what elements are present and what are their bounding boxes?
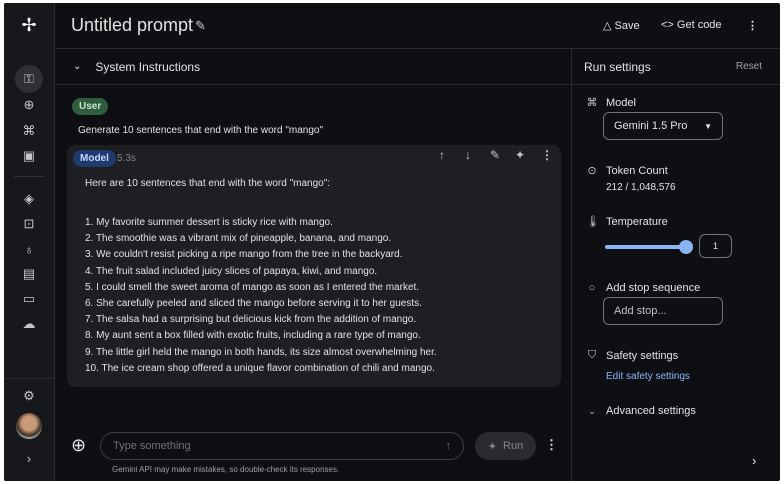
avatar[interactable] <box>16 413 42 439</box>
response-time: 5.3s <box>117 153 136 164</box>
settings-icon[interactable]: ⚙ <box>17 384 41 408</box>
send-arrow-icon[interactable]: ↑ <box>446 440 452 452</box>
token-icon: ⊙ <box>587 165 597 177</box>
safety-label: Safety settings <box>606 349 679 362</box>
temperature-slider[interactable] <box>605 240 693 254</box>
list-item: 9. The little girl held the mango in bot… <box>85 346 437 358</box>
cloud-icon[interactable]: ☁ <box>17 312 41 336</box>
run-button[interactable]: ✦ Run <box>475 432 536 460</box>
save-button[interactable]: △ Save <box>603 19 640 32</box>
stop-sequence-input[interactable]: Add stop... <box>603 297 723 325</box>
temperature-label: Temperature <box>606 215 668 228</box>
page-title: Untitled prompt <box>71 15 194 35</box>
docs-icon[interactable]: ⊡ <box>17 212 41 236</box>
list-item: 8. My aunt sent a box filled with exotic… <box>85 330 421 342</box>
list-item: 1. My favorite summer dessert is sticky … <box>85 217 333 228</box>
token-count: 212 / 1,048,576 <box>606 182 676 193</box>
list-item: 7. The salsa had a surprising but delici… <box>85 314 417 326</box>
token-label: Token Count <box>606 164 668 177</box>
cookbook-icon[interactable]: ▤ <box>17 262 41 286</box>
get-code-button[interactable]: <> Get code <box>661 19 722 31</box>
rerun-sparkle-icon[interactable]: ✦ <box>515 148 525 162</box>
list-item: 10. The ice cream shop offered a unique … <box>85 362 435 374</box>
gallery-icon[interactable]: ⌘ <box>17 119 41 143</box>
prompt-input[interactable]: Type something ↑ <box>100 432 464 460</box>
add-media-icon[interactable]: ⊕ <box>71 435 86 456</box>
drive-icon: △ <box>603 20 615 32</box>
shield-icon: ⛉ <box>587 349 597 361</box>
stop-circle-icon: ○ <box>588 282 596 294</box>
temperature-input[interactable]: 1 <box>699 234 732 258</box>
reset-button[interactable]: Reset <box>736 61 762 72</box>
header: Untitled prompt ✎ △ Save <> Get code ⋮ <box>55 3 780 49</box>
code-icon: <> <box>661 19 677 31</box>
list-item: 6. She carefully peeled and sliced the m… <box>85 298 422 310</box>
thermometer-icon: 🌡︎ <box>586 216 600 228</box>
response-intro: Here are 10 sentences that end with the … <box>85 178 331 189</box>
list-item: 4. The fruit salad included juicy slices… <box>85 265 378 277</box>
chevron-down-icon: ⌄ <box>73 61 82 72</box>
move-down-icon[interactable]: ↓ <box>465 148 471 162</box>
run-settings-panel: Run settings Reset ⌘ Model Gemini 1.5 Pro ▼… <box>571 49 780 481</box>
app-window: ✢ ⚿ ⊕ ⌘ ▣ ◈ ⊡ ♁ ▤ ▭ ☁ ⚙ › Untitled promp… <box>4 3 780 481</box>
slider-thumb[interactable] <box>679 240 693 254</box>
lightbulb-icon[interactable]: ♁ <box>17 237 41 261</box>
left-rail: ✢ ⚿ ⊕ ⌘ ▣ ◈ ⊡ ♁ ▤ ▭ ☁ ⚙ › <box>4 3 55 481</box>
list-item: 2. The smoothie was a vibrant mix of pin… <box>85 233 392 245</box>
system-instructions-toggle[interactable]: ⌄ System Instructions <box>55 49 571 85</box>
logo-icon: ✢ <box>21 14 37 35</box>
forum-icon[interactable]: ▭ <box>17 287 41 311</box>
move-up-icon[interactable]: ↑ <box>439 148 445 162</box>
advanced-settings-toggle[interactable]: ⌄ Advanced settings <box>586 405 696 417</box>
run-options-icon[interactable]: ⋮ <box>545 437 558 453</box>
more-menu-icon[interactable]: ⋮ <box>747 19 758 32</box>
edit-safety-link[interactable]: Edit safety settings <box>606 371 690 382</box>
collapse-panel-icon[interactable]: › <box>752 453 756 468</box>
response-list: 1. My favorite summer dessert is sticky … <box>85 215 437 377</box>
chat-area: ⌄ System Instructions User Generate 10 se… <box>55 49 571 481</box>
panel-title: Run settings <box>584 59 651 74</box>
user-message: Generate 10 sentences that end with the … <box>78 125 324 136</box>
dropdown-caret-icon: ▼ <box>704 121 712 131</box>
disclaimer: Gemini API may make mistakes, so double-… <box>112 465 340 474</box>
tuned-models-icon[interactable]: ◈ <box>17 187 41 211</box>
sparkle-icon: ✦ <box>487 440 498 453</box>
divider <box>14 176 44 177</box>
stop-label: Add stop sequence <box>606 282 701 294</box>
more-options-icon[interactable]: ⋮ <box>541 148 553 162</box>
model-response: Model 5.3s ↑ ↓ ✎ ✦ ⋮ Here are 10 sentenc… <box>67 145 561 387</box>
model-label: Model <box>606 96 636 109</box>
list-item: 5. I could smell the sweet aroma of mang… <box>85 281 420 293</box>
model-role-chip: Model <box>73 150 116 167</box>
edit-title-icon[interactable]: ✎ <box>195 18 206 34</box>
divider <box>4 378 54 379</box>
list-item: 3. We couldn't resist picking a ripe man… <box>85 249 403 261</box>
model-select[interactable]: Gemini 1.5 Pro ▼ <box>603 112 723 140</box>
new-prompt-icon[interactable]: ⊕ <box>17 93 41 117</box>
library-icon[interactable]: ▣ <box>17 144 41 168</box>
chevron-down-icon: ⌄ <box>588 405 596 416</box>
expand-chevron-icon[interactable]: › <box>17 446 41 470</box>
user-role-chip: User <box>72 98 109 115</box>
key-icon[interactable]: ⚿ <box>15 65 43 93</box>
model-icon: ⌘ <box>586 97 598 109</box>
edit-icon[interactable]: ✎ <box>490 148 500 162</box>
